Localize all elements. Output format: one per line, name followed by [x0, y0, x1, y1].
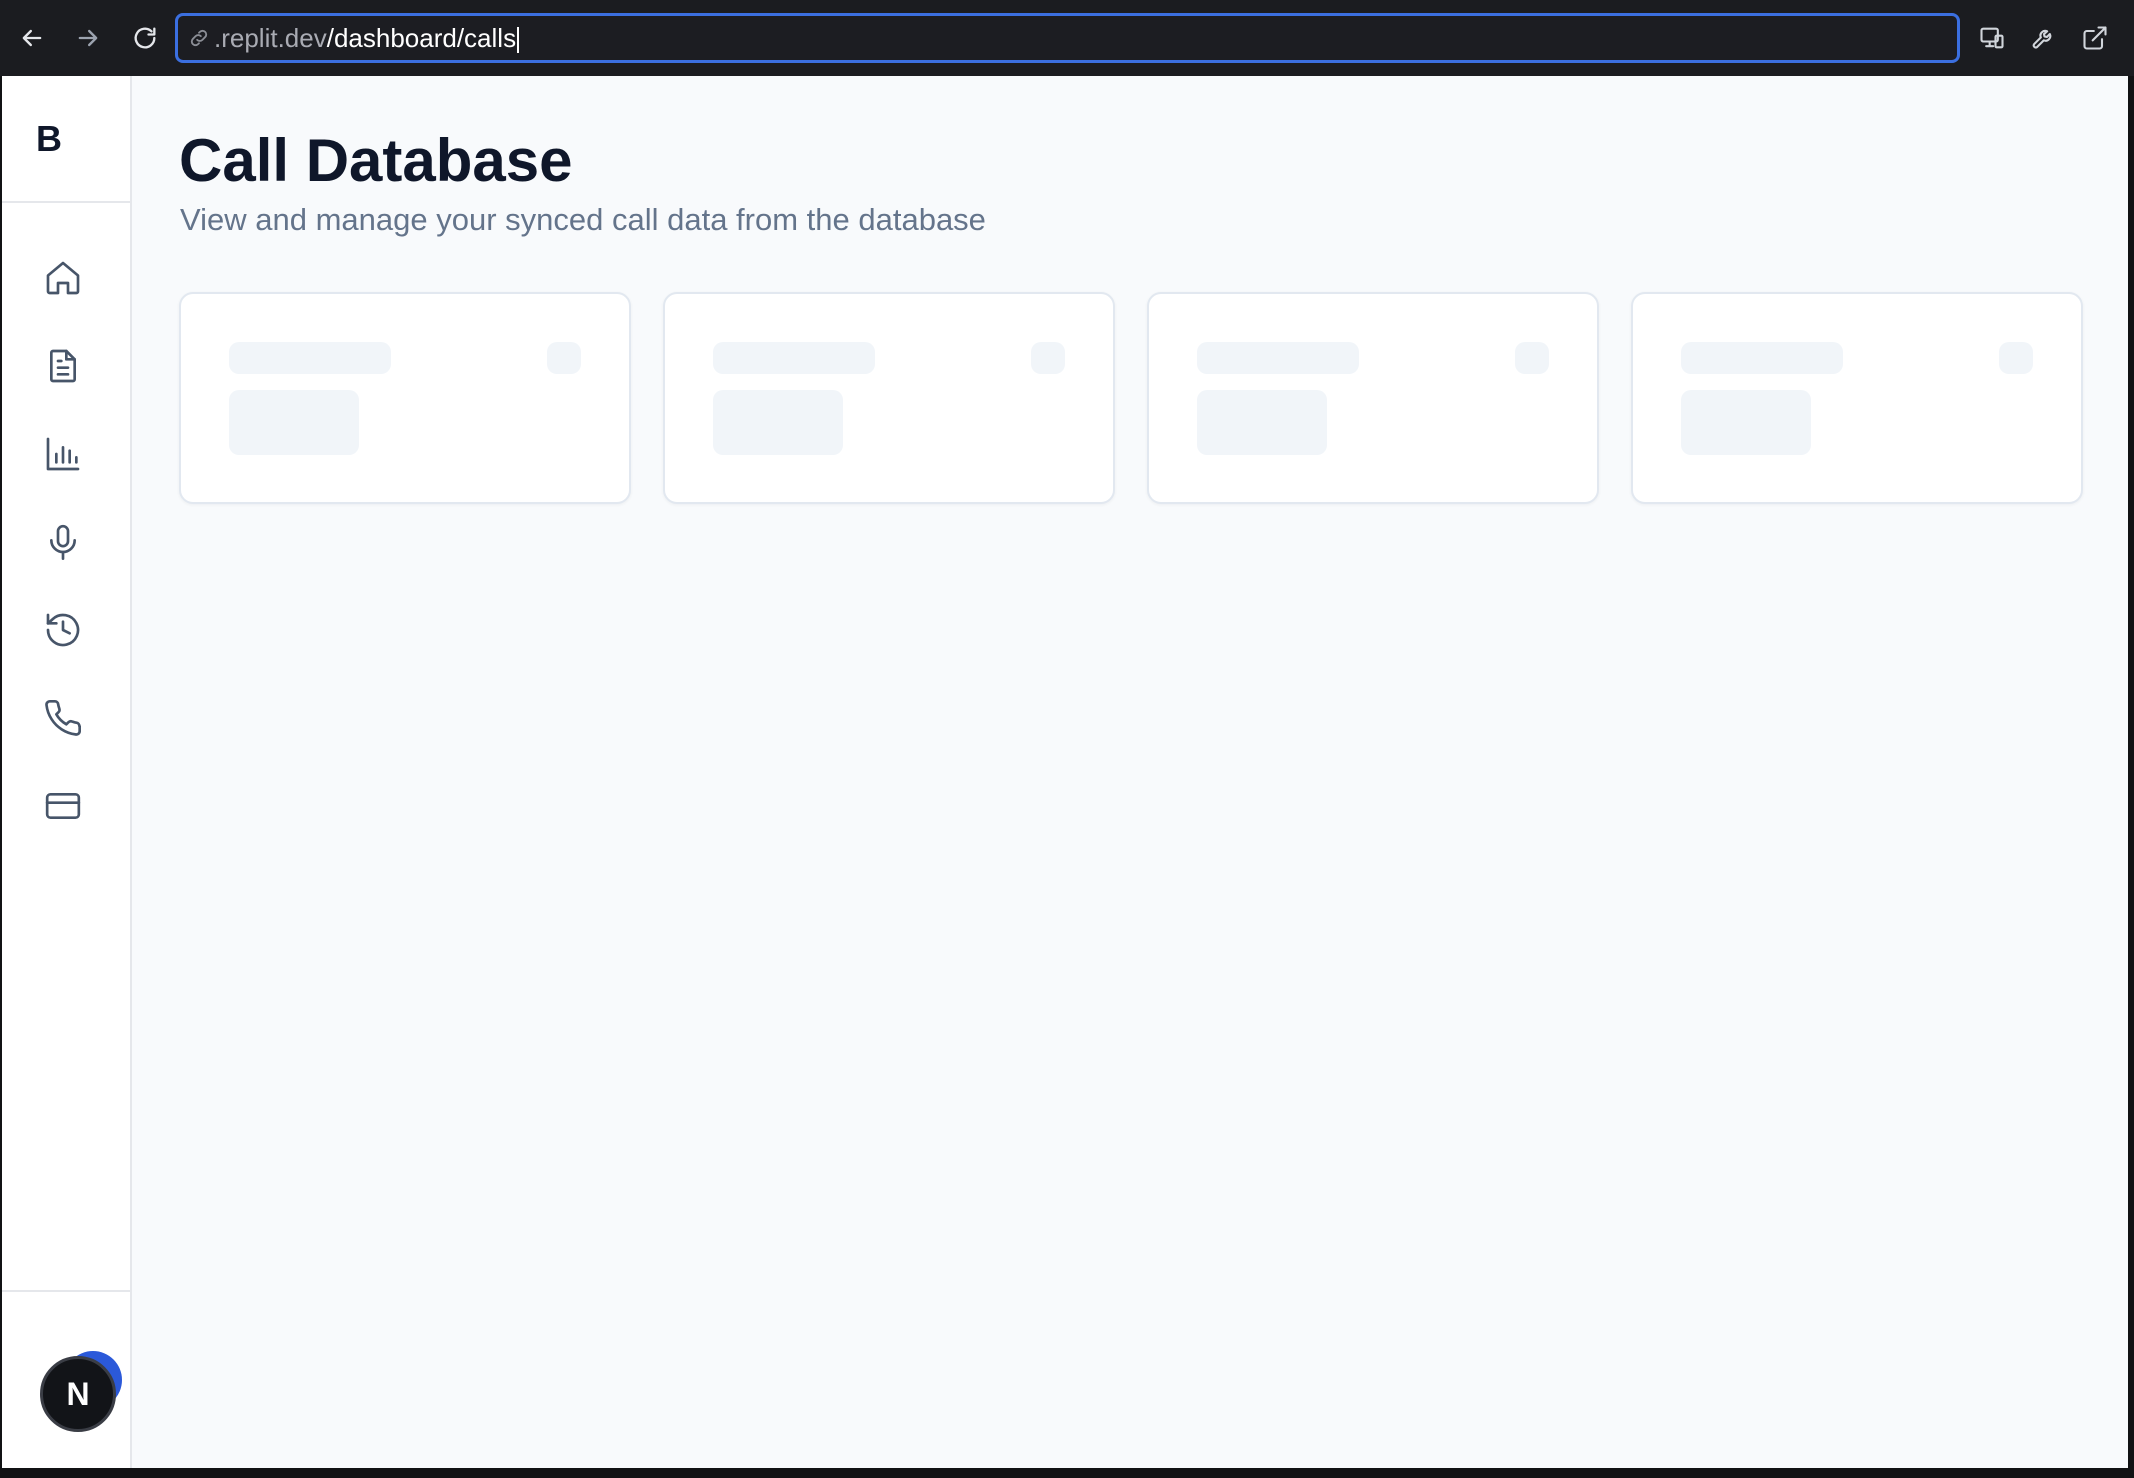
stat-card-skeleton: [179, 292, 631, 504]
credit-card-icon: [45, 793, 81, 819]
reload-button[interactable]: [127, 20, 163, 56]
sidebar-item-billing[interactable]: [38, 781, 88, 831]
wrench-icon: [2032, 29, 2052, 49]
sidebar-item-recordings[interactable]: [38, 517, 88, 567]
microphone-icon: [50, 524, 76, 560]
page-subtitle: View and manage your synced call data fr…: [180, 202, 986, 237]
sidebar-item-documents[interactable]: [38, 341, 88, 391]
devtools-button[interactable]: [2026, 20, 2062, 56]
home-icon: [46, 261, 80, 295]
skeleton-value: [1197, 390, 1327, 455]
external-link-icon: [2083, 26, 2107, 50]
browser-toolbar: .replit.dev/dashboard/calls: [0, 0, 2134, 76]
sidebar-item-analytics[interactable]: [38, 429, 88, 479]
stat-card-skeleton: [1147, 292, 1599, 504]
brand-letter: B: [36, 118, 62, 159]
skeleton-title: [1197, 342, 1359, 374]
url-path: /dashboard/calls: [326, 22, 517, 53]
address-bar[interactable]: .replit.dev/dashboard/calls: [175, 13, 1960, 63]
page-title: Call Database: [179, 127, 573, 194]
history-icon: [46, 613, 80, 647]
skeleton-icon: [1515, 342, 1549, 374]
forward-arrow-icon: [78, 29, 98, 47]
phone-icon: [45, 699, 82, 736]
skeleton-title: [713, 342, 875, 374]
device-preview-button[interactable]: [1974, 20, 2010, 56]
forward-button[interactable]: [70, 20, 106, 56]
skeleton-value: [229, 390, 359, 455]
bar-chart-icon: [46, 437, 80, 471]
sidebar-item-home[interactable]: [38, 253, 88, 303]
url-text: .replit.dev/dashboard/calls: [214, 22, 520, 54]
link-icon: [188, 27, 210, 49]
skeleton-title: [229, 342, 391, 374]
document-icon: [50, 349, 76, 383]
devices-icon: [1980, 27, 2004, 49]
stat-card-skeleton: [1631, 292, 2083, 504]
skeleton-title: [1681, 342, 1843, 374]
text-cursor: [517, 26, 520, 53]
skeleton-icon: [1031, 342, 1065, 374]
skeleton-value: [713, 390, 843, 455]
brand-logo[interactable]: B: [2, 76, 130, 203]
sidebar-item-history[interactable]: [38, 605, 88, 655]
app-window: B N Call Database View and manage your s…: [0, 76, 2128, 1468]
stat-card-skeleton: [663, 292, 1115, 504]
skeleton-icon: [547, 342, 581, 374]
back-arrow-icon: [22, 29, 42, 47]
sidebar: B N: [2, 76, 132, 1468]
reload-icon: [134, 27, 156, 49]
back-button[interactable]: [14, 20, 50, 56]
open-new-tab-button[interactable]: [2077, 20, 2113, 56]
skeleton-value: [1681, 390, 1811, 455]
skeleton-icon: [1999, 342, 2033, 374]
sidebar-item-calls[interactable]: [38, 693, 88, 743]
url-host: .replit.dev: [214, 22, 327, 53]
user-avatar[interactable]: N: [40, 1356, 116, 1432]
